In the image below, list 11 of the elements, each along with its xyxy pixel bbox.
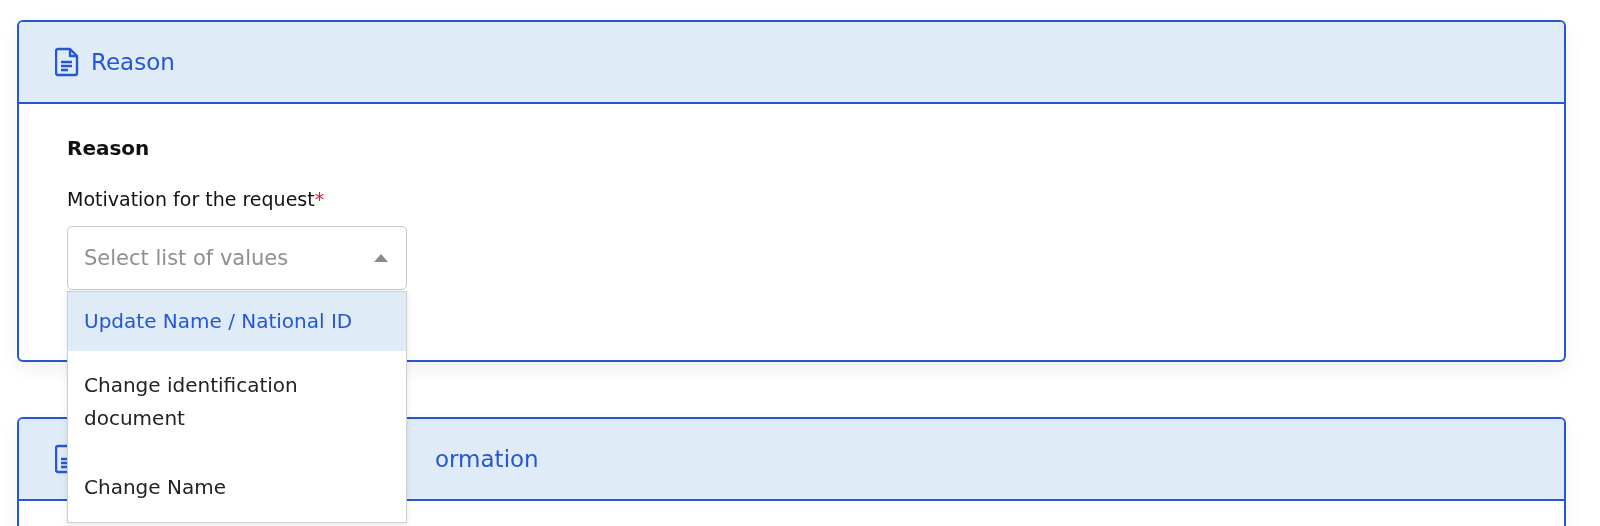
section-title: Reason [67,136,151,160]
document-icon [55,47,79,77]
dropdown-option[interactable]: Change Name [68,453,406,522]
field-label: Motivation for the request [67,188,315,210]
dropdown-option[interactable]: Change identification document [68,351,406,453]
caret-icon [374,254,388,262]
panel-title: Reason [91,49,175,75]
panel-title: ormation [435,446,539,472]
required-mark: * [314,188,325,210]
document-icon [55,444,67,474]
dropdown-option[interactable]: Update Name / National ID [68,292,406,351]
